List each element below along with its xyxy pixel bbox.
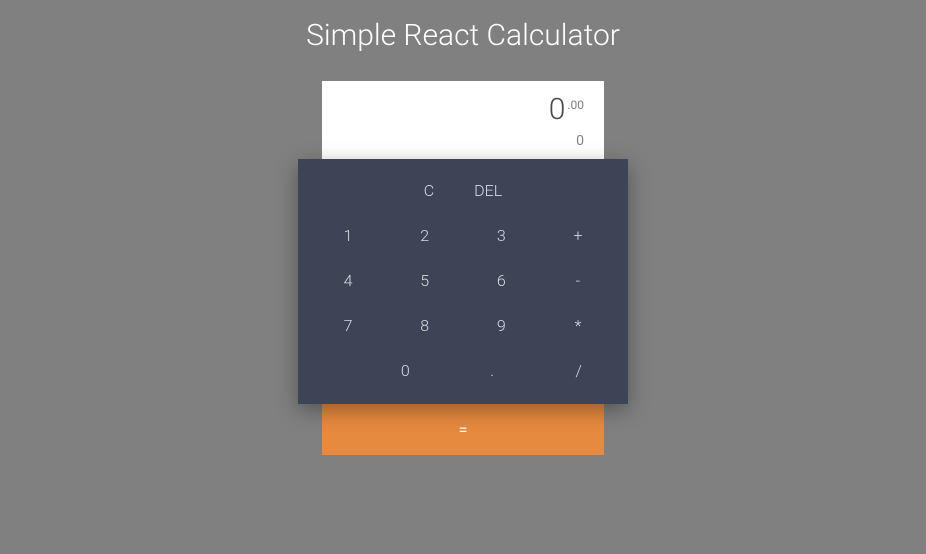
display-main-integer: 0: [549, 95, 566, 125]
plus-button[interactable]: +: [558, 226, 598, 245]
calculator: 0 .00 0 C DEL 1 2 3 + 4 5 6 - 7: [322, 81, 604, 455]
eight-button[interactable]: 8: [405, 316, 445, 335]
seven-button[interactable]: 7: [328, 316, 368, 335]
keypad-wrapper: C DEL 1 2 3 + 4 5 6 - 7 8 9 * 0: [298, 159, 628, 455]
keypad-row-3: 7 8 9 *: [328, 316, 598, 335]
keypad: C DEL 1 2 3 + 4 5 6 - 7 8 9 * 0: [298, 159, 628, 404]
display-secondary: 0: [342, 133, 584, 149]
minus-button[interactable]: -: [558, 271, 598, 290]
one-button[interactable]: 1: [328, 226, 368, 245]
multiply-button[interactable]: *: [558, 316, 598, 335]
zero-button[interactable]: 0: [386, 361, 425, 380]
dot-button[interactable]: .: [473, 361, 512, 380]
display: 0 .00 0: [322, 81, 604, 159]
keypad-row-2: 4 5 6 -: [328, 271, 598, 290]
display-main-decimal: .00: [567, 99, 584, 111]
keypad-row-top: C DEL: [328, 181, 598, 200]
keypad-row-4: 0 . /: [328, 361, 598, 380]
equals-button[interactable]: =: [322, 404, 604, 455]
delete-button[interactable]: DEL: [474, 181, 502, 200]
three-button[interactable]: 3: [481, 226, 521, 245]
keypad-row-1: 1 2 3 +: [328, 226, 598, 245]
clear-button[interactable]: C: [424, 181, 434, 200]
two-button[interactable]: 2: [405, 226, 445, 245]
divide-button[interactable]: /: [559, 361, 598, 380]
six-button[interactable]: 6: [481, 271, 521, 290]
nine-button[interactable]: 9: [481, 316, 521, 335]
page-title: Simple React Calculator: [306, 18, 620, 53]
display-main: 0 .00: [342, 95, 584, 125]
five-button[interactable]: 5: [405, 271, 445, 290]
four-button[interactable]: 4: [328, 271, 368, 290]
